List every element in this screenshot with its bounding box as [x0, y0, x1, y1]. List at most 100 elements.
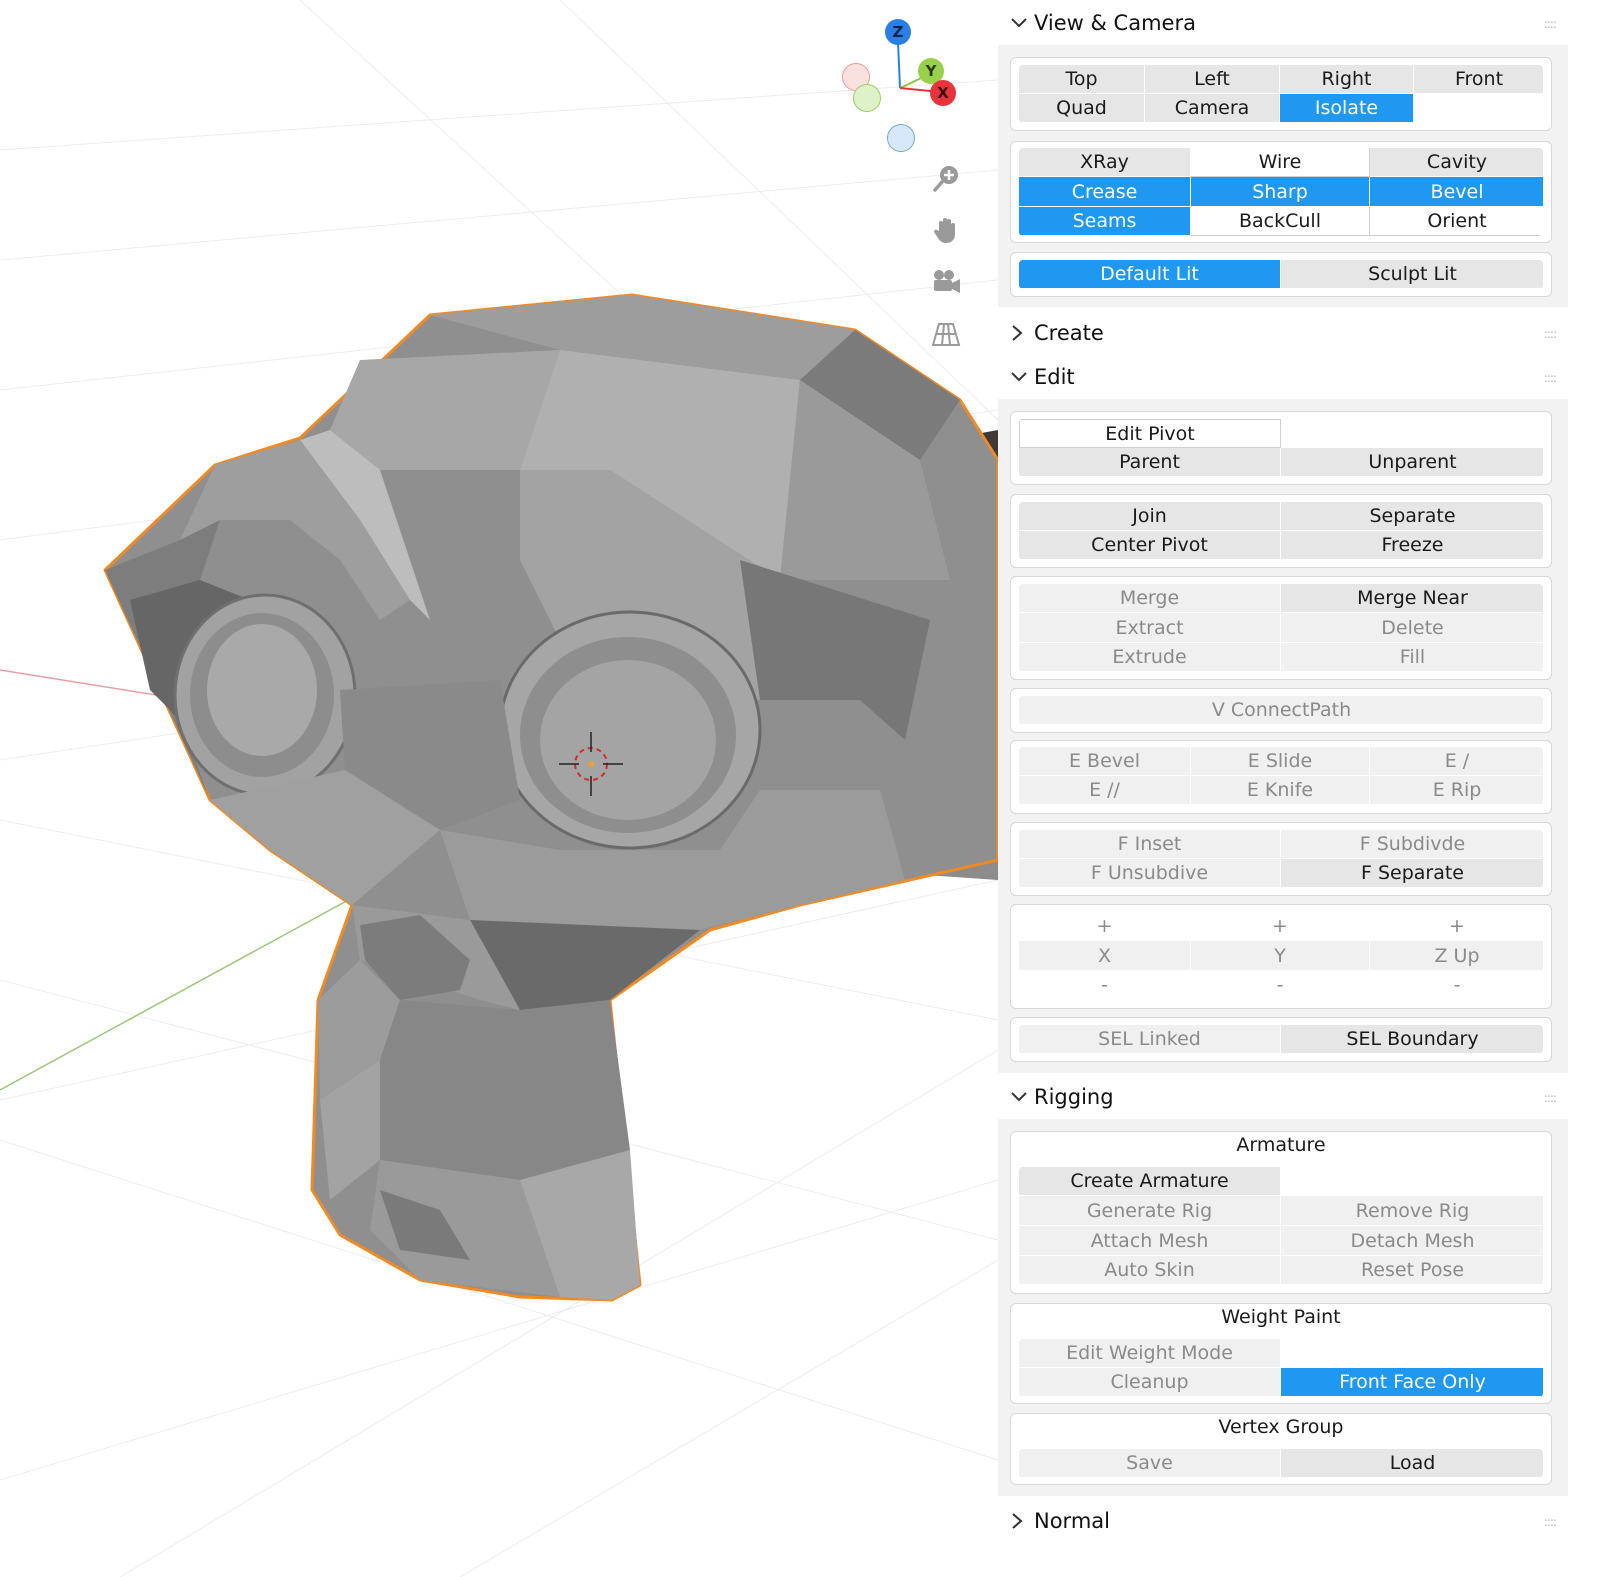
join-button[interactable]: Join: [1019, 502, 1281, 531]
v-connectpath-button[interactable]: V ConnectPath: [1019, 696, 1543, 725]
vertex-group-box: Vertex Group Save Load: [1010, 1413, 1552, 1485]
panel-title: Normal: [1034, 1509, 1110, 1533]
monkey-mesh: [103, 293, 998, 1302]
armature-box: Armature Create Armature Generate Rig Re…: [1010, 1131, 1552, 1294]
view-right-button[interactable]: Right: [1280, 65, 1414, 94]
extrude-button[interactable]: Extrude: [1019, 643, 1281, 672]
e-double-slash-button[interactable]: E //: [1019, 776, 1191, 805]
panel-title: View & Camera: [1034, 11, 1196, 35]
overlay-seams-button[interactable]: Seams: [1019, 207, 1191, 236]
overlay-orient-button[interactable]: Orient: [1370, 207, 1543, 236]
hand-pan-icon[interactable]: [926, 210, 966, 250]
drag-grip-icon[interactable]: ::::: [1544, 17, 1557, 31]
f-separate-button[interactable]: F Separate: [1281, 859, 1543, 888]
empty-cell: [1281, 1167, 1543, 1196]
drag-grip-icon[interactable]: ::::: [1544, 1515, 1557, 1529]
e-slash-button[interactable]: E /: [1370, 747, 1543, 776]
f-unsubdivide-button[interactable]: F Unsubdive: [1019, 859, 1281, 888]
overlays-box: XRay Wire Cavity Crease Sharp Bevel Seam…: [1010, 141, 1552, 243]
reset-pose-button[interactable]: Reset Pose: [1281, 1256, 1543, 1285]
overlay-sharp-button[interactable]: Sharp: [1191, 177, 1370, 207]
chevron-right-icon: [1010, 324, 1032, 342]
f-subdivide-button[interactable]: F Subdivde: [1281, 830, 1543, 859]
delete-button[interactable]: Delete: [1281, 613, 1543, 643]
view-camera-button[interactable]: Camera: [1145, 94, 1280, 123]
cleanup-button[interactable]: Cleanup: [1019, 1368, 1281, 1397]
axis-z-up-button[interactable]: Z Up: [1370, 941, 1543, 971]
e-bevel-button[interactable]: E Bevel: [1019, 747, 1191, 776]
generate-rig-button[interactable]: Generate Rig: [1019, 1196, 1281, 1226]
panel-header-create[interactable]: Create ::::: [998, 313, 1568, 353]
gizmo-x-axis[interactable]: X: [930, 80, 956, 106]
parent-button[interactable]: Parent: [1019, 448, 1281, 477]
drag-grip-icon[interactable]: ::::: [1544, 327, 1557, 341]
merge-button[interactable]: Merge: [1019, 584, 1281, 613]
axis-y-button[interactable]: Y: [1191, 941, 1370, 971]
sel-boundary-button[interactable]: SEL Boundary: [1281, 1025, 1543, 1054]
plus-y-button[interactable]: +: [1191, 912, 1370, 941]
e-rip-button[interactable]: E Rip: [1370, 776, 1543, 805]
f-inset-button[interactable]: F Inset: [1019, 830, 1281, 859]
overlay-bevel-button[interactable]: Bevel: [1370, 177, 1543, 207]
detach-mesh-button[interactable]: Detach Mesh: [1281, 1226, 1543, 1256]
gizmo-neg-y-axis[interactable]: [853, 84, 881, 112]
overlay-cavity-button[interactable]: Cavity: [1370, 148, 1543, 177]
freeze-button[interactable]: Freeze: [1281, 531, 1543, 560]
panel-header-view-camera[interactable]: View & Camera ::::: [998, 3, 1568, 43]
center-pivot-button[interactable]: Center Pivot: [1019, 531, 1281, 560]
view-top-button[interactable]: Top: [1019, 65, 1145, 94]
grid-perspective-icon[interactable]: [926, 314, 966, 354]
overlay-crease-button[interactable]: Crease: [1019, 177, 1191, 207]
edit-pivot-button[interactable]: Edit Pivot: [1019, 419, 1281, 448]
panel-header-rigging[interactable]: Rigging ::::: [998, 1077, 1568, 1117]
panel-title: Edit: [1034, 365, 1075, 389]
axis-x-button[interactable]: X: [1019, 941, 1191, 971]
unparent-button[interactable]: Unparent: [1281, 448, 1543, 477]
gizmo-neg-z-axis[interactable]: [887, 124, 915, 152]
drag-grip-icon[interactable]: ::::: [1544, 371, 1557, 385]
extract-button[interactable]: Extract: [1019, 613, 1281, 643]
weight-paint-box: Weight Paint Edit Weight Mode Cleanup Fr…: [1010, 1303, 1552, 1404]
minus-x-button[interactable]: -: [1019, 971, 1191, 1000]
view-quad-button[interactable]: Quad: [1019, 94, 1145, 123]
3d-viewport[interactable]: Z Y X: [0, 0, 998, 1577]
minus-z-button[interactable]: -: [1370, 971, 1543, 1000]
empty-cell: [1281, 419, 1543, 448]
load-button[interactable]: Load: [1281, 1449, 1543, 1478]
save-button[interactable]: Save: [1019, 1449, 1281, 1478]
fill-button[interactable]: Fill: [1281, 643, 1543, 672]
face-ops-box: F Inset F Subdivde F Unsubdive F Separat…: [1010, 822, 1552, 896]
chevron-right-icon: [1010, 1512, 1032, 1530]
merge-near-button[interactable]: Merge Near: [1281, 584, 1543, 613]
panel-header-edit[interactable]: Edit ::::: [998, 357, 1568, 397]
attach-mesh-button[interactable]: Attach Mesh: [1019, 1226, 1281, 1256]
e-knife-button[interactable]: E Knife: [1191, 776, 1370, 805]
overlay-backcull-button[interactable]: BackCull: [1191, 207, 1370, 236]
plus-x-button[interactable]: +: [1019, 912, 1191, 941]
edge-ops-box: E Bevel E Slide E / E // E Knife E Rip: [1010, 740, 1552, 814]
minus-y-button[interactable]: -: [1191, 971, 1370, 1000]
remove-rig-button[interactable]: Remove Rig: [1281, 1196, 1543, 1226]
zoom-in-icon[interactable]: [926, 158, 966, 198]
auto-skin-button[interactable]: Auto Skin: [1019, 1256, 1281, 1285]
create-armature-button[interactable]: Create Armature: [1019, 1167, 1281, 1196]
view-front-button[interactable]: Front: [1414, 65, 1543, 94]
view-left-button[interactable]: Left: [1145, 65, 1280, 94]
sel-linked-button[interactable]: SEL Linked: [1019, 1025, 1281, 1054]
plus-z-button[interactable]: +: [1370, 912, 1543, 941]
front-face-only-button[interactable]: Front Face Only: [1281, 1368, 1543, 1397]
separate-button[interactable]: Separate: [1281, 502, 1543, 531]
drag-grip-icon[interactable]: ::::: [1544, 1091, 1557, 1105]
view-isolate-button[interactable]: Isolate: [1280, 94, 1414, 123]
chevron-down-icon: [1010, 17, 1032, 29]
edit-weight-mode-button[interactable]: Edit Weight Mode: [1019, 1339, 1281, 1368]
panel-header-normal[interactable]: Normal ::::: [998, 1501, 1568, 1541]
camera-icon[interactable]: [926, 262, 966, 302]
chevron-down-icon: [1010, 1091, 1032, 1103]
overlay-wire-button[interactable]: Wire: [1191, 148, 1370, 177]
default-lit-button[interactable]: Default Lit: [1019, 260, 1281, 289]
sculpt-lit-button[interactable]: Sculpt Lit: [1281, 260, 1543, 289]
gizmo-z-axis[interactable]: Z: [885, 19, 911, 45]
e-slide-button[interactable]: E Slide: [1191, 747, 1370, 776]
overlay-xray-button[interactable]: XRay: [1019, 148, 1191, 177]
